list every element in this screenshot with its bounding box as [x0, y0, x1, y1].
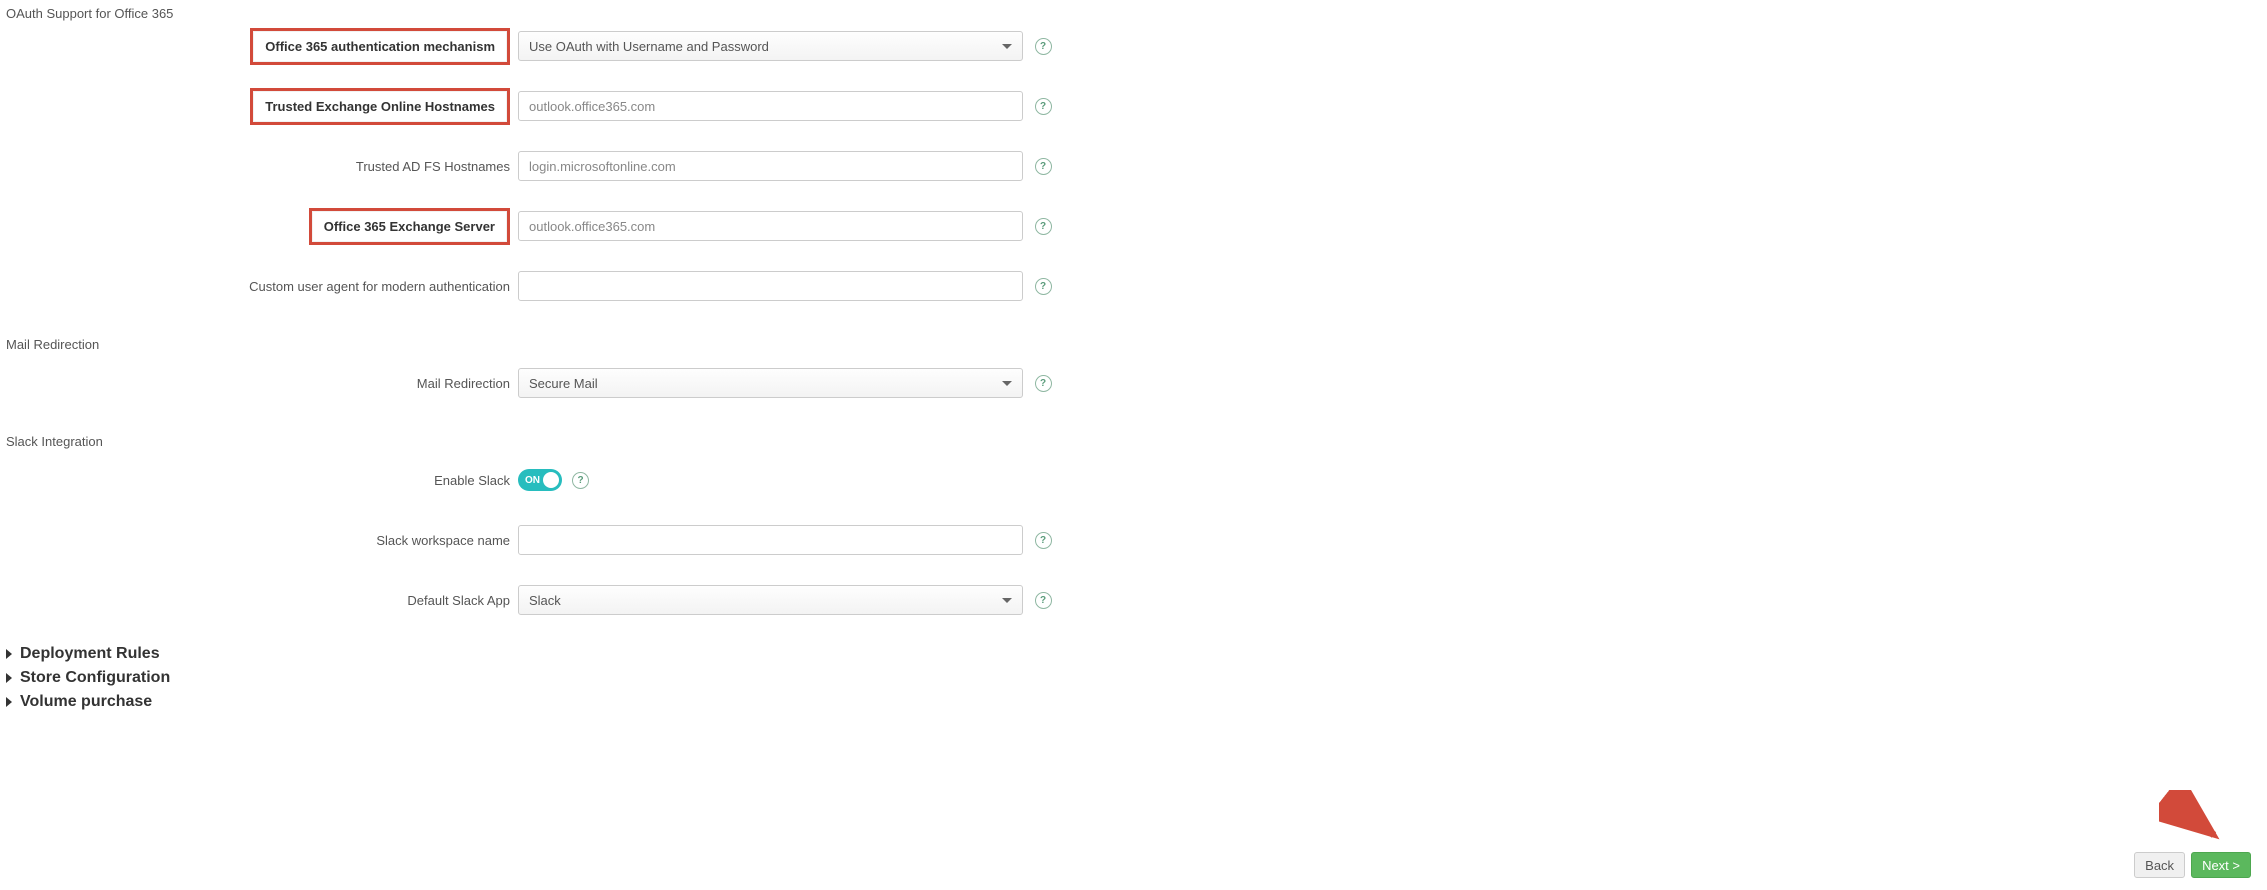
label-default-slack-app: Default Slack App: [407, 593, 510, 608]
select-mail-redirection[interactable]: Secure Mail: [518, 368, 1023, 398]
toggle-knob: [543, 472, 559, 488]
label-trusted-adfs: Trusted AD FS Hostnames: [356, 159, 510, 174]
label-custom-user-agent: Custom user agent for modern authenticat…: [249, 279, 510, 294]
section-title-slack: Slack Integration: [0, 428, 2267, 455]
help-icon[interactable]: ?: [1035, 218, 1052, 235]
accordion-volume-purchase[interactable]: Volume purchase: [6, 693, 2267, 711]
row-exchange-server: Office 365 Exchange Server ?: [0, 211, 2267, 241]
chevron-right-icon: [6, 649, 12, 659]
row-mail-redirection: Mail Redirection Secure Mail ?: [0, 368, 2267, 398]
section-title-mail-redirection: Mail Redirection: [0, 331, 2267, 358]
input-workspace-name[interactable]: [518, 525, 1023, 555]
chevron-right-icon: [6, 673, 12, 683]
row-default-slack-app: Default Slack App Slack ?: [0, 585, 2267, 615]
input-exchange-server[interactable]: [518, 211, 1023, 241]
help-icon[interactable]: ?: [1035, 158, 1052, 175]
accordion-area: Deployment Rules Store Configuration Vol…: [0, 645, 2267, 711]
row-trusted-exchange: Trusted Exchange Online Hostnames ?: [0, 91, 2267, 121]
select-auth-mechanism-value: Use OAuth with Username and Password: [529, 39, 769, 54]
help-icon[interactable]: ?: [1035, 375, 1052, 392]
accordion-deployment-rules[interactable]: Deployment Rules: [6, 645, 2267, 663]
toggle-enable-slack-state: ON: [525, 475, 540, 486]
label-enable-slack: Enable Slack: [434, 473, 510, 488]
row-auth-mechanism: Office 365 authentication mechanism Use …: [0, 31, 2267, 61]
back-button[interactable]: Back: [2134, 852, 2185, 878]
accordion-store-configuration[interactable]: Store Configuration: [6, 669, 2267, 687]
help-icon[interactable]: ?: [1035, 278, 1052, 295]
accordion-volume-purchase-label: Volume purchase: [20, 693, 152, 711]
select-mail-redirection-value: Secure Mail: [529, 376, 598, 391]
select-auth-mechanism[interactable]: Use OAuth with Username and Password: [518, 31, 1023, 61]
help-icon[interactable]: ?: [1035, 38, 1052, 55]
row-workspace-name: Slack workspace name ?: [0, 525, 2267, 555]
next-button[interactable]: Next >: [2191, 852, 2251, 878]
input-trusted-exchange[interactable]: [518, 91, 1023, 121]
select-default-slack-app[interactable]: Slack: [518, 585, 1023, 615]
label-exchange-server: Office 365 Exchange Server: [309, 208, 510, 245]
help-icon[interactable]: ?: [572, 472, 589, 489]
chevron-down-icon: [1002, 381, 1012, 386]
label-auth-mechanism: Office 365 authentication mechanism: [250, 28, 510, 65]
chevron-right-icon: [6, 697, 12, 707]
section-title-oauth: OAuth Support for Office 365: [0, 0, 2267, 27]
accordion-store-configuration-label: Store Configuration: [20, 669, 170, 687]
help-icon[interactable]: ?: [1035, 592, 1052, 609]
help-icon[interactable]: ?: [1035, 532, 1052, 549]
input-custom-user-agent[interactable]: [518, 271, 1023, 301]
label-workspace-name: Slack workspace name: [376, 533, 510, 548]
toggle-enable-slack[interactable]: ON: [518, 469, 562, 491]
footer-buttons: Back Next >: [2134, 852, 2251, 878]
label-mail-redirection: Mail Redirection: [417, 376, 510, 391]
chevron-down-icon: [1002, 44, 1012, 49]
label-trusted-exchange: Trusted Exchange Online Hostnames: [250, 88, 510, 125]
row-trusted-adfs: Trusted AD FS Hostnames ?: [0, 151, 2267, 181]
input-trusted-adfs[interactable]: [518, 151, 1023, 181]
row-custom-user-agent: Custom user agent for modern authenticat…: [0, 271, 2267, 301]
select-default-slack-app-value: Slack: [529, 593, 561, 608]
row-enable-slack: Enable Slack ON ?: [0, 465, 2267, 495]
arrow-annotation-icon: [2159, 790, 2229, 850]
help-icon[interactable]: ?: [1035, 98, 1052, 115]
accordion-deployment-rules-label: Deployment Rules: [20, 645, 160, 663]
oauth-form-area: Office 365 authentication mechanism Use …: [0, 31, 2267, 301]
chevron-down-icon: [1002, 598, 1012, 603]
